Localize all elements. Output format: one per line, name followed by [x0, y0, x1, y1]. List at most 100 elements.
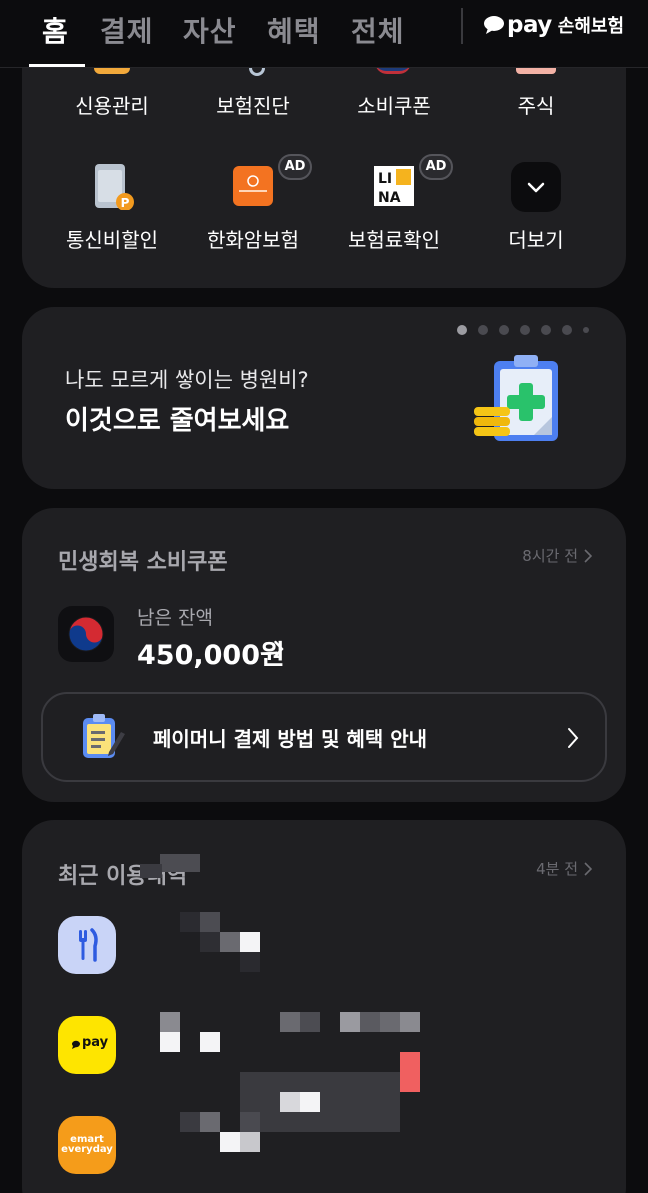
promo-banner[interactable]: 나도 모르게 쌓이는 병원비? 이것으로 줄여보세요 [22, 307, 626, 489]
lina-icon: LI NA [374, 166, 414, 206]
tab-benefits[interactable]: 혜택 [267, 10, 321, 50]
menu-consumption-coupon[interactable]: 소비쿠폰 [319, 90, 469, 119]
menu-telecom-discount-label: 통신비할인 [66, 228, 158, 252]
tab-home[interactable]: 홈 [42, 10, 69, 50]
menu-hanwha-cancer-insurance[interactable]: AD 한화암보험 [178, 154, 328, 260]
censor-block [400, 1012, 420, 1032]
page-dot [541, 325, 551, 335]
top-nav: 홈 결제 자산 혜택 전체 pay 손해보험 [0, 0, 648, 68]
recent-item-kakaopay[interactable]: pay [58, 1016, 116, 1074]
tab-payment[interactable]: 결제 [100, 10, 154, 50]
recent-item-emart[interactable]: emart everyday [58, 1116, 116, 1174]
paymoney-guide-label: 페이머니 결제 방법 및 혜택 안내 [153, 727, 428, 751]
menu-insurance-diagnosis-label: 보험진단 [216, 94, 290, 118]
censor-block [180, 912, 200, 932]
page-dot [583, 327, 589, 333]
menu-more-label: 더보기 [508, 228, 564, 252]
page-dot [478, 325, 488, 335]
hanwha-icon [233, 166, 273, 206]
recent-time-text: 4분 전 [536, 860, 578, 878]
censor-block [280, 1092, 300, 1112]
tab-all[interactable]: 전체 [351, 10, 405, 50]
recent-updated-time[interactable]: 4분 전 [536, 858, 592, 879]
censor-block [200, 932, 220, 952]
active-tab-indicator [29, 64, 85, 67]
censor-block [300, 1012, 320, 1032]
censor-block [140, 864, 162, 878]
chevron-right-icon [274, 640, 284, 658]
chevron-right-icon [568, 728, 579, 748]
tab-assets[interactable]: 자산 [183, 10, 237, 50]
censor-block [240, 1072, 400, 1132]
menu-grid-card: 신용관리 보험진단 소비쿠폰 주식 P 통신비할인 AD 한화암보험 LI NA… [22, 40, 626, 288]
coupon-time-text: 8시간 전 [522, 547, 578, 565]
menu-credit[interactable]: 신용관리 [37, 90, 187, 119]
recent-usage-card[interactable]: 최근 이용내역 4분 전 pay emart everyday [22, 820, 626, 1193]
censor-block [300, 1092, 320, 1112]
censor-block [240, 1112, 260, 1132]
svg-text:LI: LI [378, 171, 392, 187]
menu-stocks[interactable]: 주식 [461, 90, 611, 119]
menu-premium-check-label: 보험료확인 [348, 228, 440, 252]
censor-block [160, 854, 200, 872]
page-dot [499, 325, 509, 335]
clipboard-pencil-icon [83, 714, 125, 758]
ad-badge: AD [419, 154, 453, 180]
brand-pay-text: pay [507, 12, 552, 38]
censor-block [220, 1132, 240, 1152]
chevron-right-icon [584, 861, 592, 876]
korea-emblem-icon [58, 606, 114, 662]
brand-insurance-text: 손해보험 [557, 16, 625, 37]
menu-stocks-label: 주식 [517, 94, 555, 118]
phone-discount-icon: P [95, 164, 134, 210]
censor-block [400, 1052, 420, 1092]
menu-telecom-discount[interactable]: P 통신비할인 [37, 160, 187, 260]
recent-item-restaurant[interactable] [58, 916, 116, 974]
paymoney-guide-button[interactable]: 페이머니 결제 방법 및 혜택 안내 [41, 692, 607, 782]
ad-badge: AD [278, 154, 312, 180]
censor-block [280, 1012, 300, 1032]
censor-block [240, 932, 260, 952]
svg-text:P: P [121, 196, 130, 210]
banner-subtitle: 나도 모르게 쌓이는 병원비? [65, 368, 309, 392]
censor-block [340, 1012, 360, 1032]
kakaopay-icon-text: pay [82, 1035, 109, 1050]
pay-insurance-link[interactable]: pay 손해보험 [483, 12, 624, 38]
menu-more[interactable]: 더보기 [461, 160, 611, 260]
censor-block [220, 932, 240, 952]
page-dot [457, 325, 467, 335]
remaining-balance-label: 남은 잔액 [137, 607, 213, 629]
censor-block [200, 1112, 220, 1132]
censor-block [360, 1012, 380, 1032]
medical-clipboard-coins-icon [474, 355, 558, 441]
coupon-updated-time[interactable]: 8시간 전 [522, 545, 592, 566]
emart-everyday-icon: emart everyday [61, 1134, 113, 1155]
banner-title: 이것으로 줄여보세요 [65, 406, 290, 436]
more-button-bg [511, 162, 561, 212]
chevron-right-icon [584, 548, 592, 563]
censor-block [200, 1032, 220, 1052]
censor-block [240, 952, 260, 972]
svg-text:NA: NA [378, 190, 401, 206]
censor-block [160, 1012, 180, 1032]
menu-hanwha-cancer-insurance-label: 한화암보험 [207, 228, 299, 252]
speech-bubble-icon [484, 16, 504, 34]
coupon-section-title: 민생회복 소비쿠폰 [58, 550, 228, 575]
nav-divider [461, 8, 463, 44]
censor-block [200, 912, 220, 932]
chevron-down-icon [527, 182, 545, 193]
censor-block [380, 1012, 400, 1032]
menu-consumption-coupon-label: 소비쿠폰 [357, 94, 431, 118]
banner-page-indicator [457, 325, 589, 335]
menu-premium-check[interactable]: LI NA AD 보험료확인 [319, 154, 469, 260]
remaining-balance-amount[interactable]: 450,000원 [137, 633, 285, 672]
censor-block [240, 1132, 260, 1152]
censor-block [180, 1112, 200, 1132]
censor-block [160, 1032, 180, 1052]
page-dot [520, 325, 530, 335]
fork-knife-icon [79, 928, 98, 962]
page-dot [562, 325, 572, 335]
consumption-coupon-card[interactable]: 민생회복 소비쿠폰 8시간 전 남은 잔액 450,000원 페이머니 결제 방… [22, 508, 626, 802]
menu-credit-label: 신용관리 [75, 94, 149, 118]
menu-insurance-diagnosis[interactable]: 보험진단 [178, 90, 328, 119]
